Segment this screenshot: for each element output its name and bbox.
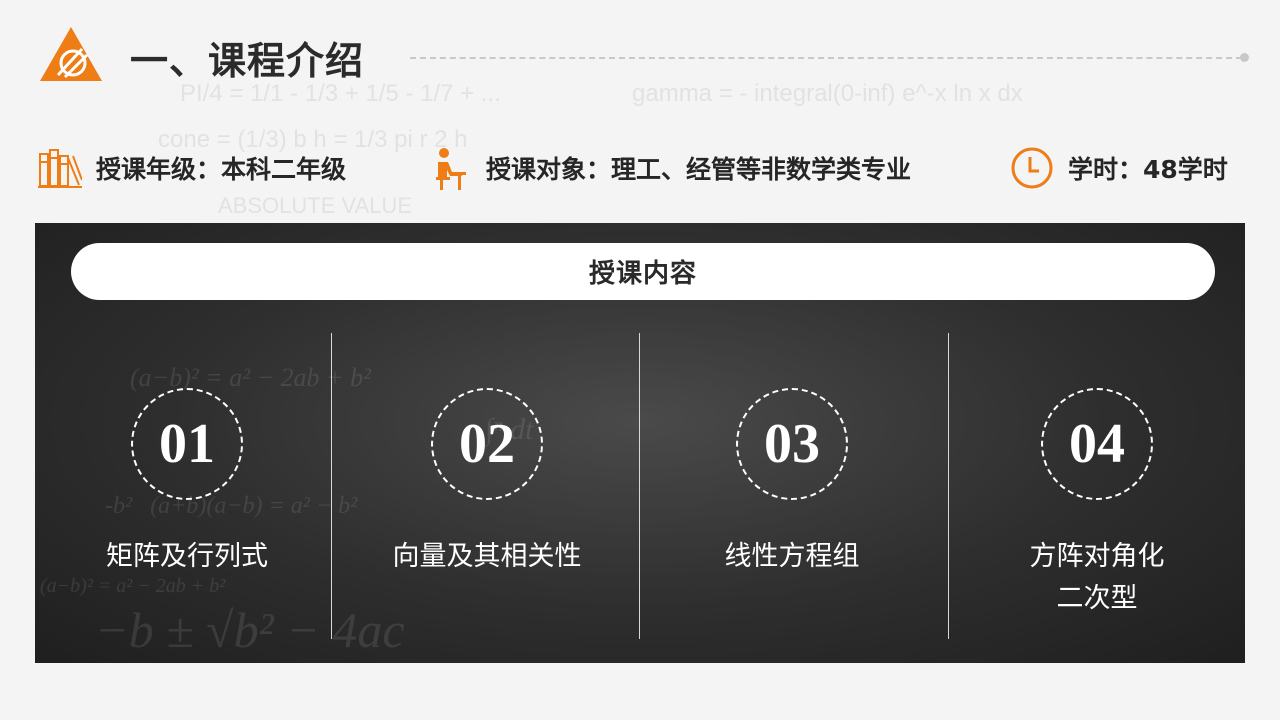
info-grade: 授课年级：本科二年级	[38, 146, 346, 190]
section-heading: 授课内容	[588, 259, 697, 289]
bg-formula: ABSOLUTE VALUE	[218, 193, 412, 218]
topic-label: 矩阵及行列式	[106, 541, 268, 572]
topic-card: 01 矩阵及行列式	[35, 388, 339, 578]
slide: PI/4 = 1/1 - 1/3 + 1/5 - 1/7 + ... gamma…	[0, 0, 1280, 720]
topic-number: 01	[159, 413, 215, 475]
topic-number-circle: 02	[431, 388, 543, 500]
info-target-text: 授课对象：理工、经管等非数学类专业	[486, 155, 912, 184]
topic-label: 向量及其相关性	[392, 541, 582, 572]
student-icon	[428, 146, 472, 190]
books-icon	[38, 146, 82, 190]
chalk-decor: −b ± √b² − 4ac	[95, 602, 405, 658]
clock-icon	[1010, 146, 1054, 190]
logo-icon	[38, 25, 104, 83]
info-hours-text: 学时：48学时	[1068, 155, 1228, 184]
topic-card: 04 方阵对角化 二次型	[945, 388, 1245, 620]
topic-number: 04	[1069, 413, 1125, 475]
topic-card: 03 线性方程组	[640, 388, 944, 578]
topic-number-circle: 01	[131, 388, 243, 500]
bg-formula: gamma = - integral(0-inf) e^-x ln x dx	[632, 80, 1023, 107]
info-target: 授课对象：理工、经管等非数学类专业	[428, 146, 911, 190]
section-heading-pill: 授课内容	[71, 243, 1215, 300]
title-divider-dot	[1240, 53, 1249, 62]
info-hours: 学时：48学时	[1010, 146, 1228, 190]
topic-number: 02	[459, 413, 515, 475]
topic-label: 方阵对角化 二次型	[1029, 541, 1165, 614]
topic-number-circle: 04	[1041, 388, 1153, 500]
content-panel: (a−b)² = a² − 2ab + b² -b² (a+b)(a−b) = …	[35, 223, 1245, 663]
page-title: 一、课程介绍	[130, 39, 365, 83]
title-divider	[410, 57, 1242, 59]
topic-card: 02 向量及其相关性	[335, 388, 639, 578]
topic-number: 03	[764, 413, 820, 475]
topic-number-circle: 03	[736, 388, 848, 500]
topic-label: 线性方程组	[724, 541, 860, 572]
chalk-decor: (a−b)² = a² − 2ab + b²	[40, 575, 226, 597]
info-grade-text: 授课年级：本科二年级	[96, 155, 347, 184]
